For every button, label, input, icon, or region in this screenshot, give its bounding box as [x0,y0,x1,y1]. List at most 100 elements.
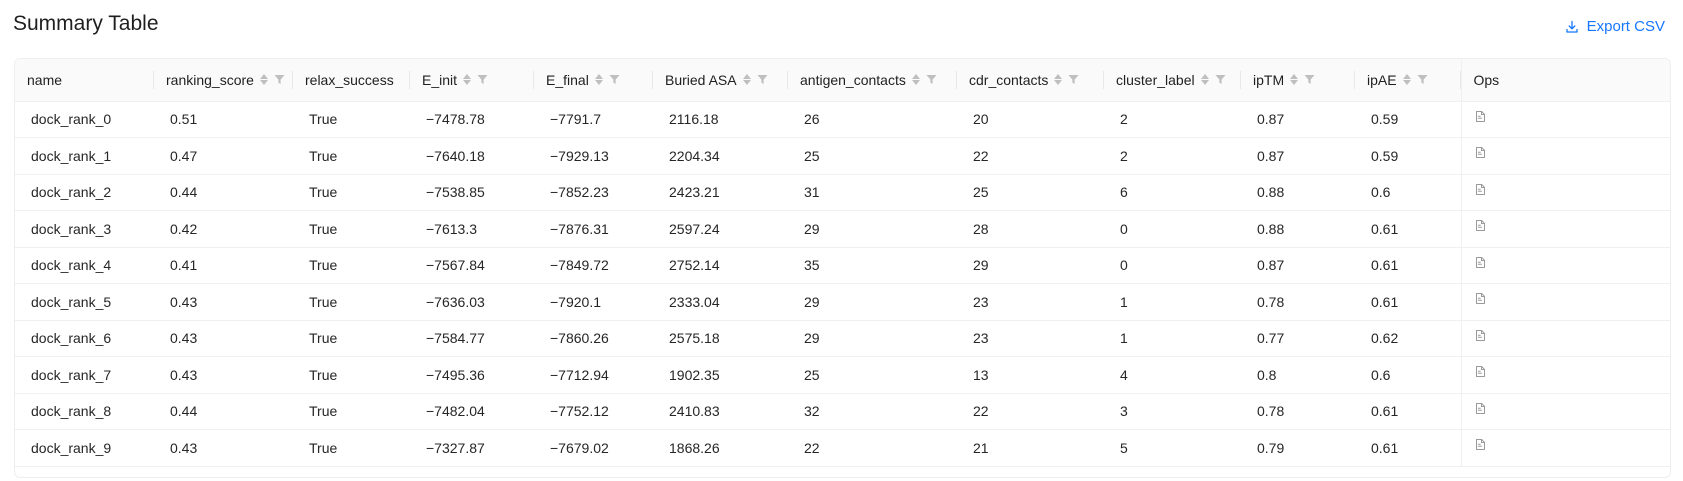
table-row: dock_rank_9 0.43 True −7327.87 −7679.02 1868.… [15,429,1670,467]
table-cell-iptm: 0.87 [1241,101,1355,138]
filter-icon[interactable] [757,74,768,85]
table-row: dock_rank_5 0.43 True −7636.03 −7920.1 2333.0… [15,283,1670,321]
table-cell-antigen-contacts: 35 [788,247,957,284]
table-cell-buried-asa: 2410.83 [653,393,788,430]
document-icon[interactable] [1474,365,1487,378]
table-cell-iptm: 0.79 [1241,429,1355,467]
table-cell-ops [1460,283,1670,321]
table-cell-ipae: 0.59 [1355,137,1461,175]
table-cell-cdr-contacts: 28 [957,210,1104,248]
document-icon[interactable] [1474,146,1487,159]
table-cell-ipae: 0.61 [1355,393,1461,430]
table-cell-ops [1460,210,1670,248]
sort-icon[interactable] [911,74,920,86]
table-cell-iptm: 0.88 [1241,210,1355,248]
column-header-cluster-label[interactable]: cluster_label [1104,59,1241,102]
column-header-cdr-contacts[interactable]: cdr_contacts [957,59,1104,102]
table-cell-cdr-contacts: 21 [957,429,1104,467]
table-cell-ranking-score: 0.43 [154,356,293,394]
column-header-e-init[interactable]: E_init [410,59,534,102]
filter-icon[interactable] [274,74,285,85]
filter-icon[interactable] [1068,74,1079,85]
table-cell-e-init: −7538.85 [410,174,534,211]
table-cell-buried-asa: 2333.04 [653,283,788,321]
table-row: dock_rank_7 0.43 True −7495.36 −7712.94 1902.… [15,356,1670,394]
column-header-label: Ops [1473,71,1500,88]
filter-icon[interactable] [926,74,937,85]
document-icon[interactable] [1474,292,1487,305]
column-header-e-final[interactable]: E_final [534,59,653,102]
document-icon[interactable] [1474,329,1487,342]
table-cell-iptm: 0.87 [1241,247,1355,284]
table-cell-ipae: 0.61 [1355,210,1461,248]
column-header-label: antigen_contacts [800,71,906,88]
sort-icon[interactable] [594,74,603,86]
table-cell-ranking-score: 0.41 [154,247,293,284]
column-header-ranking-score[interactable]: ranking_score [154,59,293,102]
table-cell-name: dock_rank_8 [15,393,154,430]
filter-icon[interactable] [477,74,488,85]
table-cell-ops [1460,174,1670,211]
sort-icon[interactable] [1054,74,1063,86]
table-cell-antigen-contacts: 25 [788,137,957,175]
table-cell-cdr-contacts: 23 [957,320,1104,357]
table-row: dock_rank_8 0.44 True −7482.04 −7752.12 2410.… [15,393,1670,430]
sort-icon[interactable] [742,74,751,86]
export-csv-button[interactable]: Export CSV [1565,18,1665,35]
table-cell-cdr-contacts: 29 [957,247,1104,284]
table-cell-name: dock_rank_4 [15,247,154,284]
column-header-iptm[interactable]: ipTM [1241,59,1355,102]
filter-icon[interactable] [1304,74,1315,85]
column-header-ipae[interactable]: ipAE [1355,59,1461,102]
column-header-antigen-contacts[interactable]: antigen_contacts [788,59,957,102]
document-icon[interactable] [1474,256,1487,269]
table-cell-ranking-score: 0.47 [154,137,293,175]
download-icon [1565,20,1578,33]
sort-icon[interactable] [1290,74,1299,86]
table-cell-buried-asa: 2204.34 [653,137,788,175]
table-cell-ops [1460,356,1670,394]
table-cell-buried-asa: 2116.18 [653,101,788,138]
table-cell-buried-asa: 2597.24 [653,210,788,248]
table-cell-relax-success: True [293,356,410,394]
table-cell-ipae: 0.6 [1355,174,1461,211]
table-cell-ops [1460,393,1670,430]
sort-icon[interactable] [463,74,472,86]
document-icon[interactable] [1474,183,1487,196]
table-cell-e-final: −7920.1 [534,283,653,321]
column-header-ops: Ops [1460,59,1670,102]
table-row: dock_rank_0 0.51 True −7478.78 −7791.7 2116.1… [15,101,1670,138]
table-cell-cluster-label: 1 [1104,320,1241,357]
table-cell-ipae: 0.59 [1355,101,1461,138]
table-cell-ranking-score: 0.44 [154,174,293,211]
table-cell-ranking-score: 0.51 [154,101,293,138]
table-row: dock_rank_1 0.47 True −7640.18 −7929.13 2204.… [15,137,1670,175]
column-header-label: E_final [546,71,589,88]
sort-icon[interactable] [1402,74,1411,86]
table-cell-cdr-contacts: 13 [957,356,1104,394]
document-icon[interactable] [1474,219,1487,232]
table-cell-ranking-score: 0.43 [154,320,293,357]
document-icon[interactable] [1474,110,1487,123]
table-cell-cluster-label: 0 [1104,247,1241,284]
table-cell-name: dock_rank_6 [15,320,154,357]
table-cell-antigen-contacts: 25 [788,356,957,394]
table-cell-iptm: 0.78 [1241,393,1355,430]
table-cell-ops [1460,247,1670,284]
table-cell-buried-asa: 2752.14 [653,247,788,284]
column-header-buried-asa[interactable]: Buried ASA [653,59,788,102]
table-cell-e-init: −7567.84 [410,247,534,284]
filter-icon[interactable] [1417,74,1428,85]
sort-icon[interactable] [1200,74,1209,86]
table-cell-antigen-contacts: 29 [788,320,957,357]
document-icon[interactable] [1474,438,1487,451]
table-cell-ranking-score: 0.42 [154,210,293,248]
document-icon[interactable] [1474,402,1487,415]
filter-icon[interactable] [1215,74,1226,85]
table-cell-relax-success: True [293,101,410,138]
filter-icon[interactable] [609,74,620,85]
column-header-label: Buried ASA [665,71,737,88]
table-cell-antigen-contacts: 22 [788,429,957,467]
table-cell-relax-success: True [293,247,410,284]
sort-icon[interactable] [259,74,268,86]
